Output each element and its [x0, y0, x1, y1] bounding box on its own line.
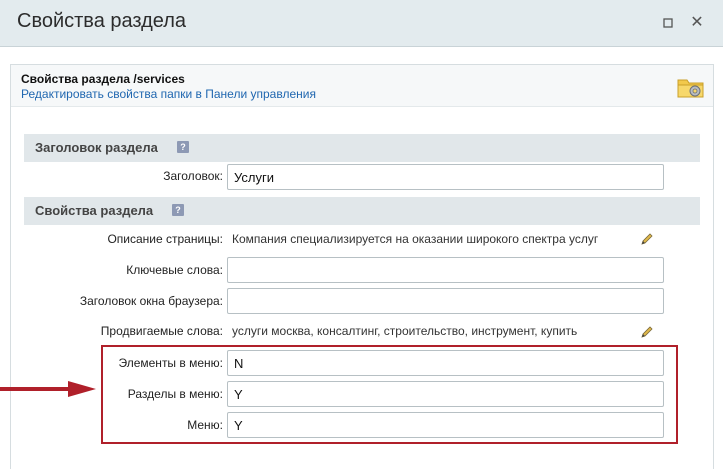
description-value: Компания специализируется на оказании ши…: [232, 232, 599, 246]
promoted-words-label: Продвигаемые слова:: [100, 324, 223, 338]
pencil-icon[interactable]: [640, 325, 654, 339]
browser-title-input[interactable]: [227, 288, 664, 314]
section-props-title: Свойства раздела: [35, 203, 154, 218]
section-props-header: Свойства раздела ?: [24, 197, 700, 225]
close-icon[interactable]: ✕: [688, 14, 706, 32]
dialog-title: Свойства раздела: [17, 10, 187, 32]
section-path: Свойства раздела /services: [21, 72, 185, 86]
section-heading-title: Заголовок раздела: [35, 140, 158, 155]
section-heading-header: Заголовок раздела ?: [24, 134, 700, 162]
title-input[interactable]: [227, 164, 664, 190]
promoted-words-value: услуги москва, консалтинг, строительство…: [232, 324, 578, 338]
help-icon[interactable]: ?: [177, 141, 189, 153]
arrow-right-icon: [0, 381, 96, 397]
edit-in-control-panel-link[interactable]: Редактировать свойства папки в Панели уп…: [21, 87, 316, 101]
help-icon[interactable]: ?: [172, 204, 184, 216]
pencil-icon[interactable]: [640, 232, 654, 246]
keywords-input[interactable]: [227, 257, 664, 283]
title-label: Заголовок:: [163, 169, 223, 183]
browser-title-label: Заголовок окна браузера:: [79, 294, 223, 308]
highlight-box: [101, 345, 678, 444]
description-label: Описание страницы:: [107, 232, 223, 246]
maximize-icon[interactable]: [659, 14, 677, 32]
keywords-label: Ключевые слова:: [126, 263, 223, 277]
panel-header: Свойства раздела /services Редактировать…: [11, 65, 713, 107]
dialog-titlebar: Свойства раздела ✕: [0, 0, 723, 47]
folder-settings-icon[interactable]: [677, 75, 705, 99]
